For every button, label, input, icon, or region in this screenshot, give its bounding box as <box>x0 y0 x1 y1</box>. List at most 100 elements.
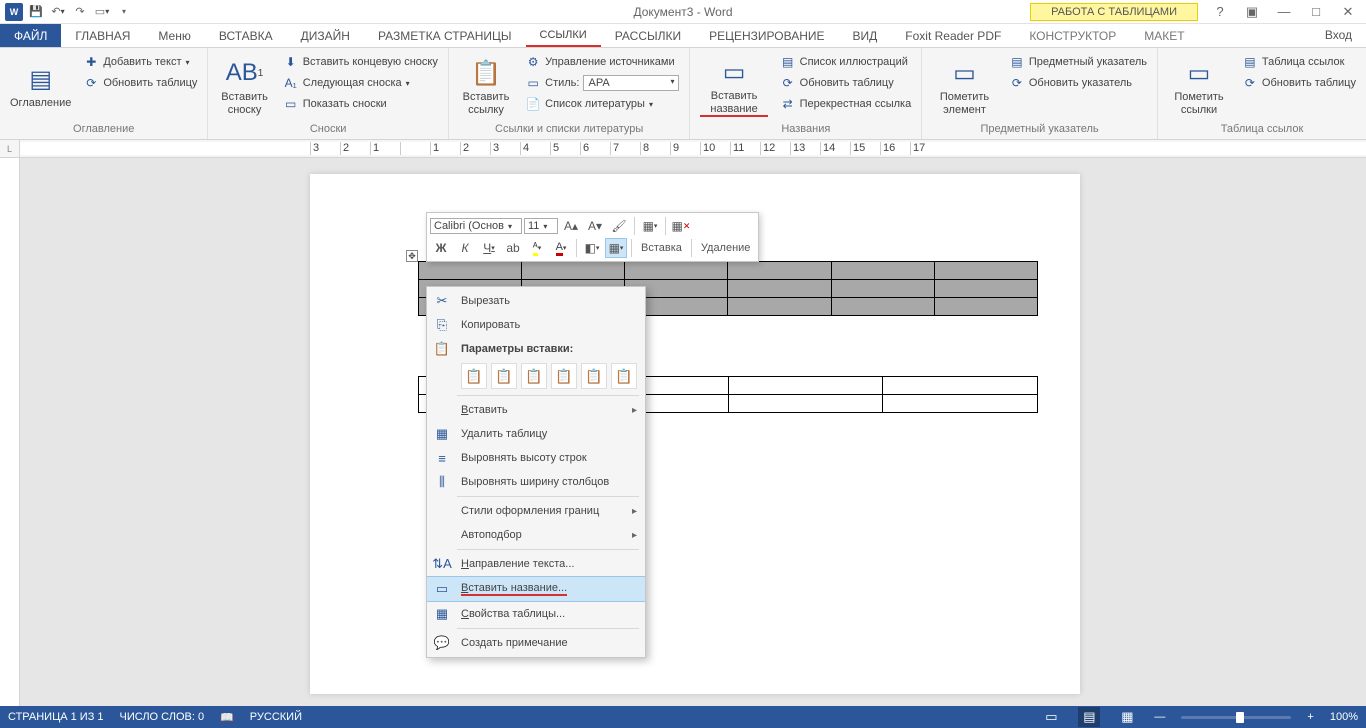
shading-icon[interactable]: ◧▾ <box>581 238 603 258</box>
close-icon[interactable]: ✕ <box>1338 4 1358 20</box>
zoom-slider[interactable] <box>1181 716 1291 719</box>
zoom-in-icon[interactable]: + <box>1307 711 1313 723</box>
cross-ref-button[interactable]: ⇄Перекрестная ссылка <box>776 94 916 114</box>
bibliography-button[interactable]: 📄Список литературы ▾ <box>521 94 683 114</box>
tab-insert[interactable]: ВСТАВКА <box>205 24 287 47</box>
update-toc-button[interactable]: ⟳Обновить таблицу <box>79 73 201 93</box>
font-color-icon[interactable]: A▾ <box>550 238 572 258</box>
tab-constructor[interactable]: КОНСТРУКТОР <box>1015 24 1130 47</box>
borders-icon[interactable]: ▦▾ <box>605 238 627 258</box>
tab-home[interactable]: ГЛАВНАЯ <box>61 24 144 47</box>
toc-button[interactable]: ▤ Оглавление <box>6 50 75 123</box>
view-print-icon[interactable]: ▤ <box>1078 707 1100 727</box>
strike-icon[interactable]: ab <box>502 238 524 258</box>
bold-icon[interactable]: Ж <box>430 238 452 258</box>
maximize-icon[interactable]: □ <box>1306 4 1326 19</box>
list-figures-button[interactable]: ▤Список иллюстраций <box>776 52 916 72</box>
tab-page-layout[interactable]: РАЗМЕТКА СТРАНИЦЫ <box>364 24 526 47</box>
cm-new-comment[interactable]: 💬Создать примечание <box>427 631 645 655</box>
next-footnote-button[interactable]: A₁Следующая сноска ▾ <box>279 73 442 93</box>
cm-dist-cols[interactable]: ⫼Выровнять ширину столбцов <box>427 470 645 494</box>
sb-proofing-icon[interactable]: 📖 <box>220 711 234 724</box>
underline-icon[interactable]: Ч▾ <box>478 238 500 258</box>
paste-opt-2-icon[interactable]: 📋 <box>491 363 517 389</box>
font-family-select[interactable]: Calibri (Основ▾ <box>430 218 522 234</box>
biblio-icon: 📄 <box>525 96 541 112</box>
tab-references[interactable]: ССЫЛКИ <box>526 24 601 47</box>
tab-design[interactable]: ДИЗАЙН <box>287 24 364 47</box>
paste-opt-6-icon[interactable]: 📋 <box>611 363 637 389</box>
view-web-icon[interactable]: ▦ <box>1116 709 1138 725</box>
tab-file[interactable]: ФАЙЛ <box>0 24 61 47</box>
ruler-vertical <box>0 158 20 706</box>
sb-language[interactable]: РУССКИЙ <box>250 711 302 723</box>
sign-in[interactable]: Вход <box>1311 24 1366 47</box>
paste-opt-3-icon[interactable]: 📋 <box>521 363 547 389</box>
ribbon: ▤ Оглавление ✚Добавить текст ▾ ⟳Обновить… <box>0 48 1366 140</box>
format-painter-icon[interactable]: 🖌 <box>608 216 630 236</box>
undo-icon[interactable]: ↶▾ <box>48 2 68 22</box>
table-delete-icon[interactable]: ▦✕ <box>670 216 692 236</box>
update-toa-button[interactable]: ⟳Обновить таблицу <box>1238 73 1360 93</box>
tab-foxit[interactable]: Foxit Reader PDF <box>891 24 1015 47</box>
tab-menu[interactable]: Меню <box>144 24 204 47</box>
cm-autofit[interactable]: Автоподбор▸ <box>427 523 645 547</box>
manage-sources-button[interactable]: ⚙Управление источниками <box>521 52 683 72</box>
font-size-select[interactable]: 11▾ <box>524 218 558 234</box>
crossref-icon: ⇄ <box>780 96 796 112</box>
refresh-icon: ⟳ <box>780 75 796 91</box>
redo-icon[interactable]: ↷ <box>70 2 90 22</box>
cm-cut[interactable]: ✂Вырезать <box>427 289 645 313</box>
cm-copy[interactable]: ⎘Копировать <box>427 313 645 337</box>
table-move-handle-icon[interactable]: ✥ <box>406 250 418 262</box>
show-notes-icon: ▭ <box>283 96 299 112</box>
cm-dist-rows[interactable]: ≡Выровнять высоту строк <box>427 446 645 470</box>
qat-customize-icon[interactable]: ▾ <box>114 2 134 22</box>
highlight-icon[interactable]: ᴬ▾ <box>526 238 548 258</box>
props-icon: ▦ <box>433 605 451 623</box>
dist-rows-icon: ≡ <box>433 449 451 467</box>
update-figures-button[interactable]: ⟳Обновить таблицу <box>776 73 916 93</box>
insert-caption-button[interactable]: ▭ Вставить название <box>696 50 771 123</box>
quick-access-toolbar: W 💾 ↶▾ ↷ ▭▾ ▾ <box>0 2 134 22</box>
sb-zoom[interactable]: 100% <box>1330 711 1358 723</box>
update-index-button[interactable]: ⟳Обновить указатель <box>1005 73 1151 93</box>
insert-citation-button[interactable]: 📋 Вставить ссылку <box>455 50 517 123</box>
tab-mailings[interactable]: РАССЫЛКИ <box>601 24 695 47</box>
insert-toa-button[interactable]: ▤Таблица ссылок <box>1238 52 1360 72</box>
save-icon[interactable]: 💾 <box>26 2 46 22</box>
mark-citation-button[interactable]: ▭ Пометить ссылки <box>1164 50 1234 123</box>
table-insert-icon[interactable]: ▦▾ <box>639 216 661 236</box>
cm-insert-caption[interactable]: ▭Вставить название... <box>427 576 645 602</box>
cm-insert[interactable]: Вставить▸ <box>427 398 645 422</box>
cm-delete-table[interactable]: ▦Удалить таблицу <box>427 422 645 446</box>
sb-page[interactable]: СТРАНИЦА 1 ИЗ 1 <box>8 711 104 723</box>
citation-style-select[interactable]: APA▾ <box>583 75 679 91</box>
minimize-icon[interactable]: — <box>1274 4 1294 19</box>
tab-view[interactable]: ВИД <box>839 24 892 47</box>
tab-maket[interactable]: МАКЕТ <box>1130 24 1198 47</box>
paste-opt-5-icon[interactable]: 📋 <box>581 363 607 389</box>
show-notes-button[interactable]: ▭Показать сноски <box>279 94 442 114</box>
cm-border-styles[interactable]: Стили оформления границ▸ <box>427 499 645 523</box>
mark-entry-button[interactable]: ▭ Пометить элемент <box>928 50 1001 123</box>
insert-endnote-button[interactable]: ⬇Вставить концевую сноску <box>279 52 442 72</box>
ribbon-options-icon[interactable]: ▣ <box>1242 4 1262 20</box>
help-icon[interactable]: ? <box>1210 4 1230 19</box>
cm-text-direction[interactable]: ⇅AНаправление текста... <box>427 552 645 576</box>
insert-index-button[interactable]: ▤Предметный указатель <box>1005 52 1151 72</box>
italic-icon[interactable]: К <box>454 238 476 258</box>
view-read-icon[interactable]: ▭ <box>1040 709 1062 725</box>
tab-review[interactable]: РЕЦЕНЗИРОВАНИЕ <box>695 24 838 47</box>
paste-opt-1-icon[interactable]: 📋 <box>461 363 487 389</box>
cm-table-props[interactable]: ▦Свойства таблицы... <box>427 602 645 626</box>
zoom-out-icon[interactable]: — <box>1154 711 1165 723</box>
grow-font-icon[interactable]: A▴ <box>560 216 582 236</box>
sb-words[interactable]: ЧИСЛО СЛОВ: 0 <box>120 711 205 723</box>
shrink-font-icon[interactable]: A▾ <box>584 216 606 236</box>
new-doc-icon[interactable]: ▭▾ <box>92 2 112 22</box>
refresh-icon: ⟳ <box>83 75 99 91</box>
insert-footnote-button[interactable]: AB1 Вставить сноску <box>214 50 274 123</box>
add-text-button[interactable]: ✚Добавить текст ▾ <box>79 52 201 72</box>
paste-opt-4-icon[interactable]: 📋 <box>551 363 577 389</box>
